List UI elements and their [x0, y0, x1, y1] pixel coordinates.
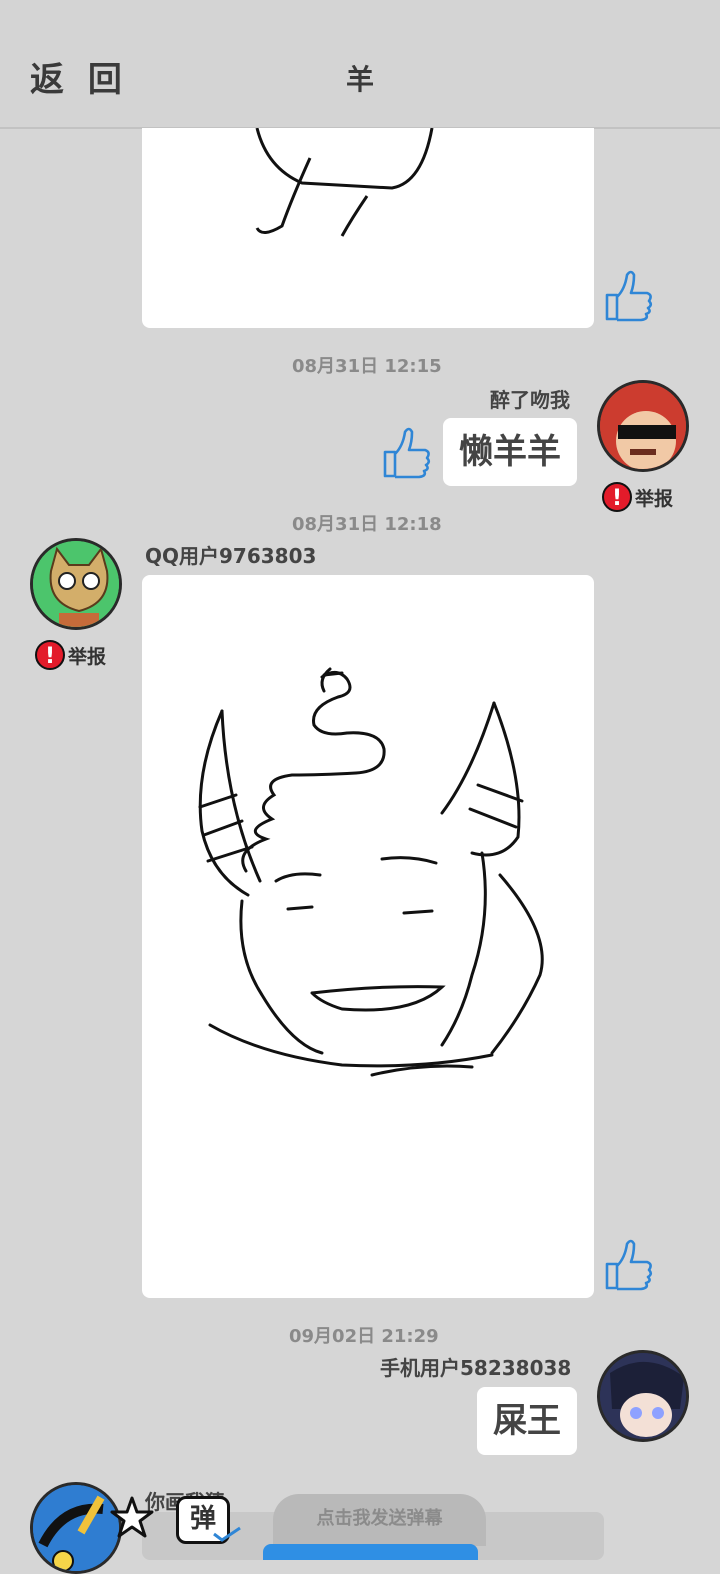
sketch-drawing [198, 667, 544, 1077]
like-icon[interactable] [603, 267, 655, 325]
username: QQ用户9763803 [145, 544, 317, 568]
timestamp: 08月31日 12:18 [292, 514, 442, 535]
danmaku-input-field[interactable] [263, 1544, 478, 1560]
timestamp: 08月31日 12:15 [292, 356, 442, 377]
message-text: 屎王 [493, 1401, 561, 1441]
danmaku-hint: 点击我发送弹幕 [316, 1508, 443, 1529]
report-label: 举报 [68, 645, 107, 668]
timestamp: 09月02日 21:29 [289, 1326, 439, 1347]
avatar[interactable] [597, 1350, 689, 1442]
avatar[interactable] [30, 538, 122, 630]
alert-icon: ! [35, 640, 65, 670]
avatar-image [33, 541, 119, 627]
message-bubble: 懒羊羊 [443, 418, 577, 486]
username: 醉了吻我 [490, 388, 570, 412]
drawing-canvas[interactable] [142, 127, 594, 328]
like-icon[interactable] [381, 424, 433, 482]
report-button[interactable]: ! 举报 [602, 482, 673, 512]
message-text: 懒羊羊 [459, 432, 561, 472]
username: 手机用户58238038 [380, 1356, 572, 1380]
report-button[interactable]: ! 举报 [35, 640, 106, 670]
danmaku-send-button[interactable]: 点击我发送弹幕 [273, 1494, 486, 1546]
message-bubble: 屎王 [477, 1387, 577, 1455]
avatar[interactable] [597, 380, 689, 472]
page-title: 羊 [345, 63, 374, 96]
check-icon [213, 1526, 241, 1542]
drawing-canvas[interactable] [142, 575, 594, 1298]
avatar-image [600, 383, 686, 469]
top-bar: 返 回 羊 [0, 0, 720, 129]
star-icon[interactable] [108, 1494, 156, 1542]
report-label: 举报 [635, 487, 674, 510]
sketch-drawing [255, 127, 434, 237]
danmaku-bar: 弹 点击我发送弹幕 [0, 1480, 720, 1560]
alert-icon: ! [602, 482, 632, 512]
like-icon[interactable] [603, 1236, 655, 1294]
avatar-image [600, 1353, 686, 1439]
